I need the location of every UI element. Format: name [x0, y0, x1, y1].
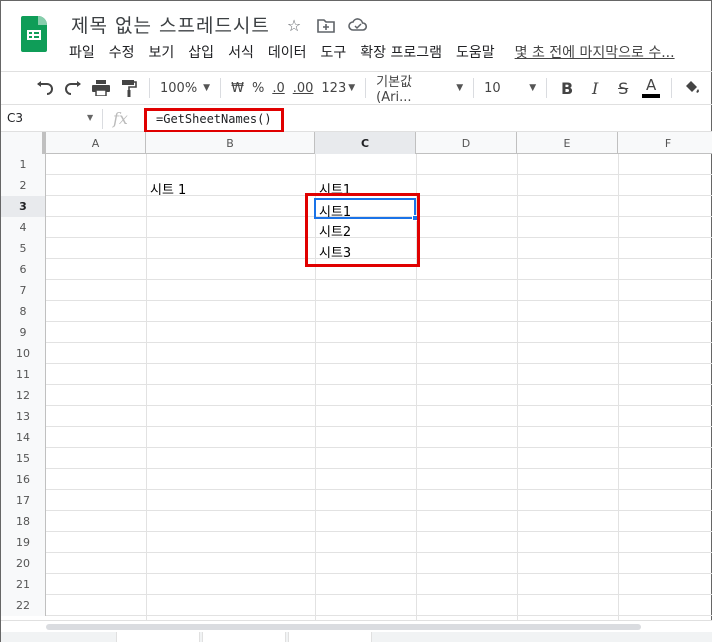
chevron-down-icon: ▼ [203, 83, 211, 93]
row-header[interactable]: 12 [1, 385, 46, 406]
menu-tools[interactable]: 도구 [320, 42, 346, 62]
menu-data[interactable]: 데이터 [268, 42, 307, 62]
column-headers: A B C D E F [1, 132, 712, 154]
strikethrough-button[interactable]: S [609, 75, 637, 101]
cloud-status-icon[interactable] [348, 15, 368, 35]
row-header[interactable]: 15 [1, 448, 46, 469]
column-header-b[interactable]: B [146, 132, 315, 154]
table-row: 1 [1, 154, 712, 175]
sheet-tab[interactable] [116, 632, 200, 642]
table-row: 13 [1, 406, 712, 427]
bold-button[interactable]: B [553, 75, 581, 101]
column-header-a[interactable]: A [46, 132, 146, 154]
row-header[interactable]: 21 [1, 574, 46, 595]
decrease-decimal-button[interactable]: .0 [268, 75, 288, 101]
print-icon[interactable] [87, 75, 115, 101]
row-header[interactable]: 11 [1, 364, 46, 385]
font-size-select[interactable]: 10 ▼ [480, 75, 540, 101]
sheet-tab-bar [1, 632, 712, 642]
table-row: 15 [1, 448, 712, 469]
row-header[interactable]: 10 [1, 343, 46, 364]
menu-view[interactable]: 보기 [149, 42, 175, 62]
row-header[interactable]: 4 [1, 217, 46, 238]
row-header[interactable]: 17 [1, 490, 46, 511]
fill-color-icon[interactable] [678, 75, 706, 101]
paint-format-icon[interactable] [115, 75, 143, 101]
row-header[interactable]: 18 [1, 511, 46, 532]
row-header[interactable]: 6 [1, 259, 46, 280]
select-all-corner[interactable] [1, 132, 46, 154]
column-header-c[interactable]: C [315, 132, 416, 154]
last-edit-link[interactable]: 몇 초 전에 마지막으로 수... [515, 42, 675, 62]
column-header-d[interactable]: D [416, 132, 517, 154]
row-header[interactable]: 7 [1, 280, 46, 301]
document-title[interactable]: 제목 없는 스프레드시트 [71, 11, 270, 38]
row-header[interactable]: 8 [1, 301, 46, 322]
row-header[interactable]: 14 [1, 427, 46, 448]
more-formats-select[interactable]: 123 ▼ [317, 75, 359, 101]
chevron-down-icon[interactable]: ▼ [87, 113, 93, 122]
fx-icon: fx [113, 109, 128, 128]
menu-bar: 파일 수정 보기 삽입 서식 데이터 도구 확장 프로그램 도움말 몇 초 전에… [69, 42, 689, 62]
chevron-down-icon: ▼ [456, 83, 464, 93]
horizontal-scrollbar[interactable] [1, 620, 712, 632]
table-row: 14 [1, 427, 712, 448]
table-row: 11 [1, 364, 712, 385]
table-row: 20 [1, 553, 712, 574]
table-row: 17 [1, 490, 712, 511]
table-row: 9 [1, 322, 712, 343]
toolbar: 100% ▼ ₩ % .0 .00 123 ▼ 기본값 (Ari... ▼ 10 ▼ B… [1, 71, 712, 105]
sheets-logo-icon[interactable] [21, 16, 47, 52]
chevron-down-icon: ▼ [348, 83, 356, 93]
highlight-box-formula [144, 108, 284, 133]
cell-b2[interactable]: 시트 1 [150, 179, 186, 198]
sheet-tab[interactable] [288, 632, 372, 642]
row-header[interactable]: 16 [1, 469, 46, 490]
menu-format[interactable]: 서식 [228, 42, 254, 62]
row-header[interactable]: 22 [1, 595, 46, 616]
table-row: 12 [1, 385, 712, 406]
currency-format-button[interactable]: ₩ [227, 75, 248, 101]
table-row: 21 [1, 574, 712, 595]
column-header-f[interactable]: F [618, 132, 712, 154]
menu-help[interactable]: 도움말 [456, 42, 495, 62]
formula-bar: C3 ▼ fx =GetSheetNames() [1, 106, 712, 132]
table-row: 18 [1, 511, 712, 532]
row-header[interactable]: 3 [1, 196, 46, 217]
row-header[interactable]: 1 [1, 154, 46, 175]
text-color-swatch [642, 94, 661, 98]
highlight-box-cells [305, 193, 420, 267]
menu-edit[interactable]: 수정 [109, 42, 135, 62]
table-row: 10 [1, 343, 712, 364]
row-header[interactable]: 5 [1, 238, 46, 259]
row-header[interactable]: 20 [1, 553, 46, 574]
percent-format-button[interactable]: % [248, 75, 268, 101]
increase-decimal-button[interactable]: .00 [289, 75, 318, 101]
move-to-folder-icon[interactable] [316, 15, 336, 35]
table-row: 22 [1, 595, 712, 616]
table-row: 8 [1, 301, 712, 322]
menu-insert[interactable]: 삽입 [188, 42, 214, 62]
text-color-button[interactable]: A [637, 75, 665, 101]
sheet-tab[interactable] [202, 632, 286, 642]
table-row: 19 [1, 532, 712, 553]
row-header[interactable]: 2 [1, 175, 46, 196]
row-header[interactable]: 9 [1, 322, 46, 343]
row-header[interactable]: 19 [1, 532, 46, 553]
chevron-down-icon: ▼ [529, 83, 537, 93]
italic-button[interactable]: I [581, 75, 609, 101]
font-family-select[interactable]: 기본값 (Ari... ▼ [372, 75, 467, 105]
column-header-e[interactable]: E [517, 132, 618, 154]
zoom-select[interactable]: 100% ▼ [156, 75, 214, 101]
table-row: 16 [1, 469, 712, 490]
table-row: 7 [1, 280, 712, 301]
menu-file[interactable]: 파일 [69, 42, 95, 62]
undo-icon[interactable] [31, 75, 59, 101]
menu-extensions[interactable]: 확장 프로그램 [360, 42, 442, 62]
redo-icon[interactable] [59, 75, 87, 101]
row-header[interactable]: 13 [1, 406, 46, 427]
scrollbar-thumb[interactable] [46, 624, 641, 630]
star-icon[interactable]: ☆ [284, 15, 304, 35]
name-box[interactable]: C3 [7, 111, 97, 125]
